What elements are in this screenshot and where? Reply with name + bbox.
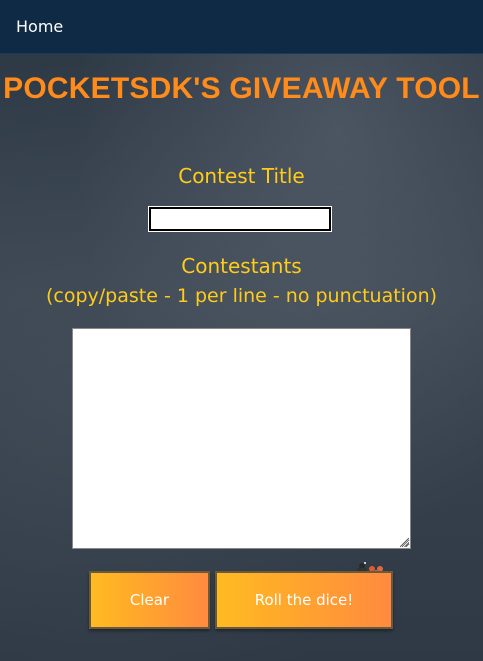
resize-handle-icon[interactable] [400, 538, 409, 547]
nav-home-link[interactable]: Home [16, 17, 63, 36]
page-title: POCKETSDK'S GIVEAWAY TOOL [3, 72, 480, 105]
contest-title-input[interactable] [148, 206, 332, 232]
contest-title-label: Contest Title [178, 164, 305, 188]
contestants-textarea[interactable] [72, 328, 411, 549]
clear-button[interactable]: Clear [89, 571, 210, 629]
roll-dice-button[interactable]: Roll the dice! [215, 571, 393, 629]
top-navbar: Home [0, 0, 483, 54]
contestants-label: Contestants [181, 254, 302, 278]
contestants-hint: (copy/paste - 1 per line - no punctuatio… [45, 285, 438, 307]
